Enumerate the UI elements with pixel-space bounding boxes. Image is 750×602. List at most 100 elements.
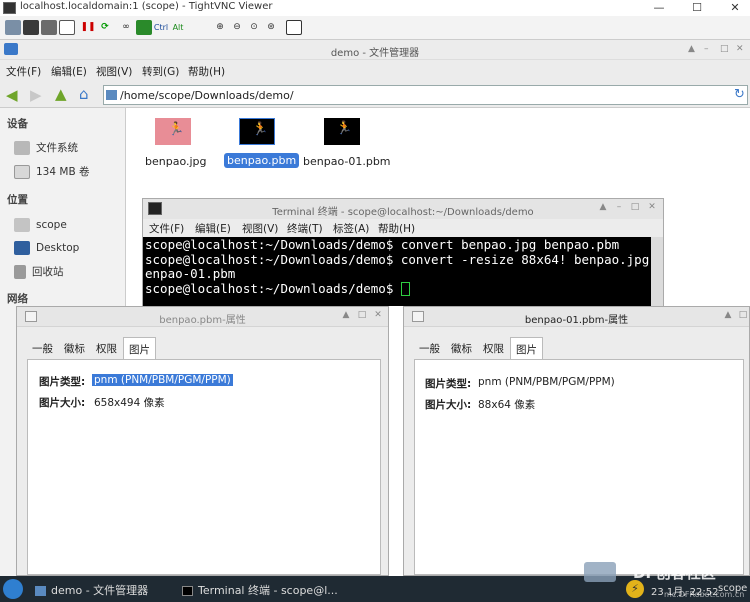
window-up-icon[interactable]: ▲ <box>340 310 352 320</box>
file-manager-title-bar: demo - 文件管理器 ▲ – □ ✕ <box>0 40 750 60</box>
drive-icon <box>106 90 117 100</box>
refresh-icon[interactable]: ⟳ <box>97 20 113 35</box>
runner-figure-icon: 🏃 <box>336 121 353 136</box>
ctrl-key-button[interactable]: Ctrl <box>152 20 170 35</box>
terminal-output[interactable]: scope@localhost:~/Downloads/demo$ conver… <box>143 237 651 306</box>
save-icon[interactable] <box>23 20 39 35</box>
back-icon[interactable]: ◀ <box>6 86 18 104</box>
image-size-value[interactable]: 88x64 像素 <box>478 397 535 412</box>
menu-go[interactable]: 转到(G) <box>142 64 179 79</box>
terminal-prompt-line: scope@localhost:~/Downloads/demo$ <box>145 281 649 296</box>
tab-permissions[interactable]: 权限 <box>478 337 509 359</box>
window-up-icon[interactable]: ▲ <box>722 310 734 320</box>
zoom-fit-icon[interactable]: ⊛ <box>263 20 279 35</box>
window-maximize-icon[interactable]: □ <box>720 44 729 54</box>
sidebar-item-label: 134 MB 卷 <box>36 166 90 178</box>
window-close-icon[interactable]: ✕ <box>736 44 744 54</box>
terminal-menu-file[interactable]: 文件(F) <box>149 221 184 236</box>
image-type-value[interactable]: pnm (PNM/PBM/PGM/PPM) <box>92 374 233 386</box>
image-type-value[interactable]: pnm (PNM/PBM/PGM/PPM) <box>478 376 615 388</box>
pause-icon[interactable]: ❚❚ <box>80 20 96 35</box>
desktop-icon <box>14 241 30 255</box>
dialog-title: benpao.pbm-属性 <box>159 315 246 326</box>
zoom-100-icon[interactable]: ⊙ <box>246 20 262 35</box>
sidebar-item-trash[interactable]: 回收站 <box>14 264 64 279</box>
menu-edit[interactable]: 编辑(E) <box>51 64 87 79</box>
minimize-icon[interactable]: — <box>646 0 672 16</box>
copy-icon[interactable] <box>41 20 57 35</box>
window-maximize-icon[interactable]: □ <box>737 310 749 320</box>
file-thumbnail-benpao-01-pbm[interactable]: 🏃 <box>324 118 360 145</box>
devices-header: 设备 <box>7 118 28 130</box>
window-up-icon[interactable]: ▲ <box>597 202 609 212</box>
properties-dialog-benpao-01-pbm: benpao-01.pbm-属性 ▲ □ 一般 徽标 权限 图片 图片类型: p… <box>403 306 750 576</box>
fullscreen-icon[interactable] <box>286 20 302 35</box>
terminal-menu-help[interactable]: 帮助(H) <box>378 221 415 236</box>
terminal-menubar: 文件(F) 编辑(E) 视图(V) 终端(T) 标签(A) 帮助(H) <box>143 219 663 237</box>
trash-icon <box>14 265 26 279</box>
reload-icon[interactable]: ↻ <box>734 87 745 102</box>
sidebar-item-label: Desktop <box>36 242 80 254</box>
image-size-value[interactable]: 658x494 像素 <box>94 395 165 410</box>
close-icon[interactable]: ✕ <box>722 0 748 16</box>
info-icon[interactable] <box>59 20 75 35</box>
sidebar-item-filesystem[interactable]: 文件系统 <box>14 140 78 155</box>
taskbar-item-label: Terminal 终端 - scope@l... <box>198 584 338 597</box>
sidebar-item-volume[interactable]: 134 MB 卷 <box>14 164 89 179</box>
folder-icon <box>35 586 46 596</box>
terminal-menu-view[interactable]: 视图(V) <box>242 221 278 236</box>
file-thumbnail-benpao-pbm[interactable]: 🏃 <box>239 118 275 145</box>
terminal-menu-terminal[interactable]: 终端(T) <box>287 221 323 236</box>
sidebar-item-desktop[interactable]: Desktop <box>14 241 79 255</box>
sidebar-item-scope[interactable]: scope <box>14 218 67 232</box>
home-folder-icon <box>14 218 30 232</box>
image-info-pane: 图片类型: pnm (PNM/PBM/PGM/PPM) 图片大小: 88x64 … <box>414 359 744 575</box>
properties-dialog-benpao-pbm: benpao.pbm-属性 ▲ □ ✕ 一般 徽标 权限 图片 图片类型: pn… <box>16 306 389 576</box>
up-icon[interactable]: ▲ <box>55 85 67 103</box>
tab-general[interactable]: 一般 <box>27 337 58 359</box>
window-close-icon[interactable]: ✕ <box>646 202 658 212</box>
file-manager-title: demo - 文件管理器 <box>330 48 420 59</box>
window-minimize-icon[interactable]: – <box>613 202 625 212</box>
terminal-menu-edit[interactable]: 编辑(E) <box>195 221 231 236</box>
home-icon[interactable]: ⌂ <box>79 85 89 103</box>
image-type-label: 图片类型: <box>39 376 86 388</box>
new-connection-icon[interactable] <box>5 20 21 35</box>
file-name-benpao-jpg[interactable]: benpao.jpg <box>142 154 210 169</box>
sidebar-item-label: 文件系统 <box>36 142 78 154</box>
file-thumbnail-benpao-jpg[interactable]: 🏃 <box>155 118 191 145</box>
file-name-benpao-pbm[interactable]: benpao.pbm <box>224 153 300 168</box>
window-maximize-icon[interactable]: □ <box>356 310 368 320</box>
alt-key-button[interactable]: Alt <box>170 20 186 35</box>
window-up-icon[interactable]: ▲ <box>688 44 695 54</box>
window-minimize-icon[interactable]: – <box>704 44 709 54</box>
zoom-out-icon[interactable]: ⊖ <box>229 20 245 35</box>
tab-image[interactable]: 图片 <box>123 337 156 359</box>
tab-emblems[interactable]: 徽标 <box>446 337 477 359</box>
forward-icon[interactable]: ▶ <box>30 86 42 104</box>
taskbar-item-file-manager[interactable]: demo - 文件管理器 <box>35 582 148 598</box>
terminal-title: Terminal 终端 - scope@localhost:~/Download… <box>272 207 534 218</box>
terminal-title-bar: Terminal 终端 - scope@localhost:~/Download… <box>143 199 663 219</box>
window-close-icon[interactable]: ✕ <box>372 310 384 320</box>
start-menu-icon[interactable] <box>3 579 23 599</box>
menu-file[interactable]: 文件(F) <box>6 64 41 79</box>
floppy-green-icon[interactable] <box>136 20 152 35</box>
menu-view[interactable]: 视图(V) <box>96 64 132 79</box>
tab-permissions[interactable]: 权限 <box>91 337 122 359</box>
menu-help[interactable]: 帮助(H) <box>188 64 225 79</box>
watermark-logo <box>584 562 616 582</box>
terminal-scrollbar[interactable] <box>651 237 663 306</box>
tab-emblems[interactable]: 徽标 <box>59 337 90 359</box>
binoculars-icon[interactable]: ∞ <box>118 20 134 35</box>
taskbar-item-terminal[interactable]: Terminal 终端 - scope@l... <box>182 582 338 598</box>
zoom-in-icon[interactable]: ⊕ <box>212 20 228 35</box>
tab-general[interactable]: 一般 <box>414 337 445 359</box>
window-maximize-icon[interactable]: □ <box>629 202 641 212</box>
maximize-icon[interactable]: ☐ <box>684 0 710 16</box>
sidebar-item-label: scope <box>36 219 67 231</box>
location-bar[interactable]: /home/scope/Downloads/demo/ ↻ <box>103 85 748 105</box>
file-name-benpao-01-pbm[interactable]: benpao-01.pbm <box>300 154 394 169</box>
tab-image[interactable]: 图片 <box>510 337 543 359</box>
terminal-menu-tabs[interactable]: 标签(A) <box>333 221 369 236</box>
